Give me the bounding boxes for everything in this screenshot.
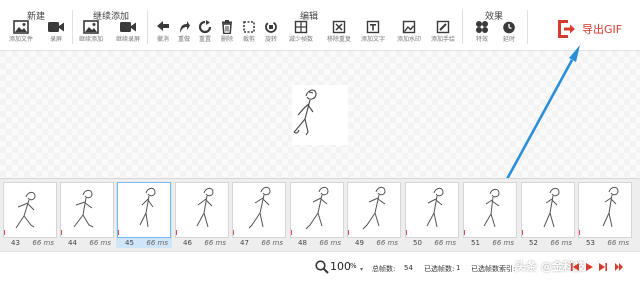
frame-thumbnail <box>463 182 517 238</box>
frame-marker <box>348 230 349 235</box>
frame-thumbnail <box>60 182 114 238</box>
stick-figure-thumbnail <box>139 187 156 228</box>
timeline-frame[interactable]: 46 66 ms <box>174 182 230 248</box>
frame-marker <box>61 230 62 235</box>
stick-figure-thumbnail <box>602 186 619 228</box>
frame-number: 52 <box>529 239 538 247</box>
frame-delay[interactable]: 66 ms <box>319 239 341 247</box>
zoom-dropdown-icon[interactable]: ▾ <box>360 266 370 276</box>
stick-figure-thumbnail <box>543 187 560 228</box>
frame-delay[interactable]: 66 ms <box>550 239 572 247</box>
frame-thumbnail <box>405 182 459 238</box>
stick-figure-thumbnail <box>305 186 329 230</box>
frame-marker <box>406 230 407 235</box>
stick-figure-thumbnail <box>196 187 214 228</box>
total-frames-value: 54 <box>404 264 413 272</box>
frame-marker <box>233 230 234 235</box>
frame-delay[interactable]: 66 ms <box>607 239 629 247</box>
timeline-frame[interactable]: 53 66 ms <box>577 182 633 248</box>
frame-number: 44 <box>68 239 77 247</box>
frame-thumbnail <box>175 182 229 238</box>
frame-marker <box>118 230 119 235</box>
frame-marker <box>291 230 292 235</box>
stick-figure-thumbnail <box>73 189 94 228</box>
stick-figure-thumbnail <box>15 191 36 229</box>
selected-frames-value: 1 <box>456 264 461 272</box>
total-frames-label: 总帧数: <box>372 265 396 273</box>
selected-index-label: 已选帧数索引: <box>471 265 516 273</box>
stick-figure-thumbnail <box>426 187 444 228</box>
frame-marker <box>4 230 5 235</box>
first-frame-icon[interactable] <box>570 262 580 272</box>
timeline-frame[interactable]: 51 66 ms <box>462 182 518 248</box>
frame-number: 49 <box>355 239 364 247</box>
zoom-unit: % <box>350 262 357 270</box>
frame-thumbnail <box>117 182 171 238</box>
frame-marker <box>176 230 177 235</box>
frame-thumbnail <box>232 182 286 238</box>
arrow-head <box>569 45 580 62</box>
frame-delay[interactable]: 66 ms <box>376 239 398 247</box>
frame-delay[interactable]: 66 ms <box>32 239 54 247</box>
frame-delay[interactable]: 66 ms <box>89 239 111 247</box>
timeline-frame[interactable]: 49 66 ms <box>346 182 402 248</box>
frame-marker <box>464 230 465 235</box>
timeline-frame[interactable]: 44 66 ms <box>59 182 115 248</box>
frame-thumbnail <box>578 182 632 238</box>
frame-marker <box>579 230 580 235</box>
frame-delay[interactable]: 66 ms <box>146 239 168 247</box>
frame-thumbnail <box>347 182 401 238</box>
stick-figure-thumbnail <box>483 188 500 228</box>
play-icon[interactable] <box>584 262 594 272</box>
last-frame-icon[interactable] <box>614 262 624 272</box>
stick-figure-thumbnail <box>362 186 386 230</box>
timeline-frame[interactable]: 43 66 ms <box>2 182 58 248</box>
frame-number: 45 <box>125 239 134 247</box>
selected-frames-label: 已选帧数: <box>424 265 455 273</box>
frame-timeline: 43 66 ms 44 66 ms 45 66 ms 46 66 ms 47 66 ms 48 66 … <box>0 178 640 251</box>
zoom-magnifier-icon[interactable] <box>315 260 329 274</box>
next-frame-icon[interactable] <box>598 262 608 272</box>
frame-number: 43 <box>11 239 20 247</box>
frame-number: 50 <box>413 239 422 247</box>
frame-number: 46 <box>183 239 192 247</box>
frame-number: 53 <box>586 239 595 247</box>
frame-delay[interactable]: 66 ms <box>434 239 456 247</box>
frame-number: 47 <box>240 239 249 247</box>
timeline-frame[interactable]: 50 66 ms <box>404 182 460 248</box>
frame-delay[interactable]: 66 ms <box>261 239 283 247</box>
timeline-frame[interactable]: 45 66 ms <box>116 182 172 248</box>
timeline-frame[interactable]: 47 66 ms <box>231 182 287 248</box>
timeline-frame[interactable]: 52 66 ms <box>520 182 576 248</box>
frame-number: 48 <box>298 239 307 247</box>
frame-thumbnail <box>521 182 575 238</box>
frame-number: 51 <box>471 239 480 247</box>
frame-marker <box>522 230 523 235</box>
frame-delay[interactable]: 66 ms <box>204 239 226 247</box>
timeline-frame[interactable]: 48 66 ms <box>289 182 345 248</box>
frame-thumbnail <box>3 182 57 238</box>
stick-figure-thumbnail <box>248 186 271 229</box>
frame-thumbnail <box>290 182 344 238</box>
frame-delay[interactable]: 66 ms <box>492 239 514 247</box>
zoom-value[interactable]: 100 <box>330 260 351 273</box>
